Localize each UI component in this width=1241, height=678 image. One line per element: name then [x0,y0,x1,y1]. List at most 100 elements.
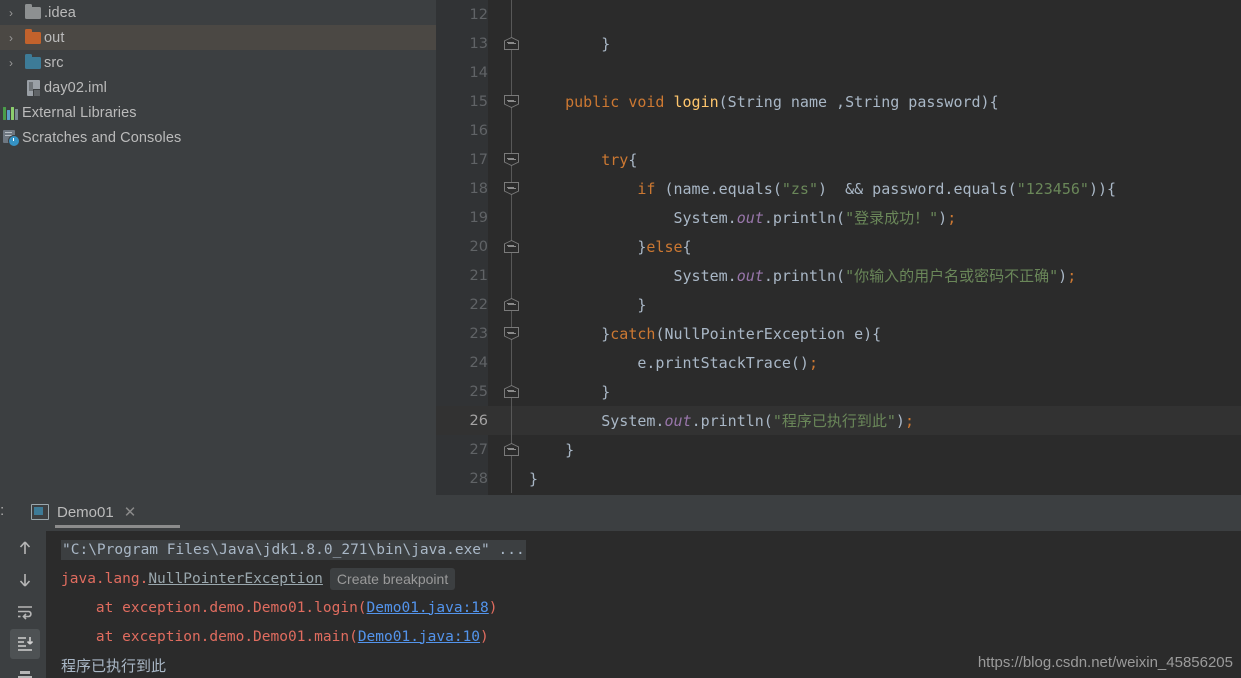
stack-frame-link[interactable]: Demo01.java:18 [367,600,489,616]
fold-marker-down[interactable] [497,174,529,203]
editor-line[interactable]: 12 [436,0,1241,29]
fold-marker-up[interactable] [497,377,529,406]
create-breakpoint-badge[interactable]: Create breakpoint [329,567,456,590]
fold-gutter [497,58,529,87]
line-number: 24 [469,354,488,371]
stack-frame-text: at exception.demo.Demo01.login( [61,599,367,616]
fold-marker-down[interactable] [497,319,529,348]
code-text: } [529,295,647,314]
ide-window: › .idea › out › src day02.iml External Librarie… [0,0,1241,678]
editor-line[interactable]: 27 } [436,435,1241,464]
editor-line[interactable]: 21 System.out.println("你输入的用户名或密码不正确"); [436,261,1241,290]
fold-gutter [497,203,529,232]
stack-frame-row: at exception.demo.Demo01.main(Demo01.jav… [46,622,1241,651]
tree-item-day02-iml[interactable]: day02.iml [0,75,436,100]
exception-package: java.lang. [61,570,149,587]
print-icon[interactable] [10,661,40,678]
project-tree[interactable]: › .idea › out › src day02.iml External Librarie… [0,0,436,150]
tree-item-label: External Libraries [22,104,137,121]
line-number: 20 [469,238,488,255]
editor-lines[interactable]: 12 13 } 14 15 public void login(String name… [436,0,1241,493]
folder-orange-icon [22,28,44,47]
console-toolbar[interactable] [8,531,44,678]
console-command-line: "C:\Program Files\Java\jdk1.8.0_271\bin\… [46,535,1241,564]
tree-item-scratches-and-consoles[interactable]: Scratches and Consoles [0,125,436,150]
project-tool-window[interactable]: › .idea › out › src day02.iml External Librarie… [0,0,436,495]
close-icon[interactable]: ✕ [124,503,137,521]
tree-item-label: Scratches and Consoles [22,129,182,146]
line-number: 18 [469,180,488,197]
editor-line[interactable]: 22 } [436,290,1241,319]
editor-line[interactable]: 16 [436,116,1241,145]
code-text: System.out.println("你输入的用户名或密码不正确"); [529,267,1077,285]
tree-item-label: day02.iml [44,79,107,96]
editor-line[interactable]: 14 [436,58,1241,87]
fold-marker-up[interactable] [497,232,529,261]
code-text: }catch(NullPointerException e){ [529,324,882,343]
line-number: 13 [469,35,488,52]
stack-frame-text: at exception.demo.Demo01.main( [61,628,358,645]
scroll-to-end-icon[interactable] [10,629,40,659]
code-text: } [529,34,611,53]
editor-line[interactable]: 26 System.out.println("程序已执行到此"); [436,406,1241,435]
code-text: } [529,440,575,459]
fold-gutter [497,116,529,145]
editor-line[interactable]: 24 e.printStackTrace(); [436,348,1241,377]
line-number: 28 [469,470,488,487]
chevron-right-icon[interactable]: › [0,57,22,69]
tree-item-idea[interactable]: › .idea [0,0,436,25]
up-arrow-icon[interactable] [10,533,40,563]
fold-marker-up[interactable] [497,29,529,58]
line-number: 19 [469,209,488,226]
line-number: 14 [469,64,488,81]
code-text: System.out.println("登录成功！"); [529,209,957,227]
code-text: if (name.equals("zs") && password.equals… [529,179,1117,198]
tree-item-external-libraries[interactable]: External Libraries [0,100,436,125]
editor-line[interactable]: 15 public void login(String name ,String… [436,87,1241,116]
folder-teal-icon [22,53,44,72]
editor-line[interactable]: 23 }catch(NullPointerException e){ [436,319,1241,348]
line-number: 15 [469,93,488,110]
console-exception-line: java.lang. NullPointerException Create bre… [46,564,1241,593]
editor-line[interactable]: 25 } [436,377,1241,406]
code-editor[interactable]: 12 13 } 14 15 public void login(String name… [436,0,1241,495]
code-text: e.printStackTrace(); [529,353,818,372]
java-command-text: "C:\Program Files\Java\jdk1.8.0_271\bin\… [61,539,526,560]
line-number: 23 [469,325,488,342]
run-tab-bar: n: Demo01 ✕ [0,495,1241,531]
stack-frame-paren: ) [488,599,498,616]
tree-item-src[interactable]: › src [0,50,436,75]
run-window-label: n: [0,503,5,519]
code-text: } [529,469,539,488]
run-tab-demo01[interactable]: Demo01 ✕ [25,497,180,528]
chevron-right-icon[interactable]: › [0,32,22,44]
line-number: 26 [469,412,488,429]
down-arrow-icon[interactable] [10,565,40,595]
chevron-right-icon[interactable]: › [0,7,22,19]
editor-line[interactable]: 18 if (name.equals("zs") && password.equ… [436,174,1241,203]
fold-gutter [497,406,529,435]
fold-marker-down[interactable] [497,145,529,174]
code-text: } [529,382,611,401]
code-text: try{ [529,150,638,169]
editor-line[interactable]: 28} [436,464,1241,493]
fold-marker-up[interactable] [497,290,529,319]
soft-wrap-icon[interactable] [10,597,40,627]
line-number: 25 [469,383,488,400]
tree-item-out[interactable]: › out [0,25,436,50]
line-number: 22 [469,296,488,313]
editor-line[interactable]: 13 } [436,29,1241,58]
editor-line[interactable]: 19 System.out.println("登录成功！"); [436,203,1241,232]
fold-gutter [497,0,529,29]
tree-item-label: .idea [44,4,76,21]
exception-type-link[interactable]: NullPointerException [148,571,323,587]
editor-line[interactable]: 20 }else{ [436,232,1241,261]
fold-marker-down[interactable] [497,87,529,116]
editor-line[interactable]: 17 try{ [436,145,1241,174]
stack-frame-link[interactable]: Demo01.java:10 [358,629,480,645]
run-tab-label: Demo01 [57,503,114,521]
libraries-bars-icon [0,104,22,122]
watermark-url: https://blog.csdn.net/weixin_45856205 [977,654,1233,671]
tab-active-underline [55,525,180,528]
fold-marker-up[interactable] [497,435,529,464]
